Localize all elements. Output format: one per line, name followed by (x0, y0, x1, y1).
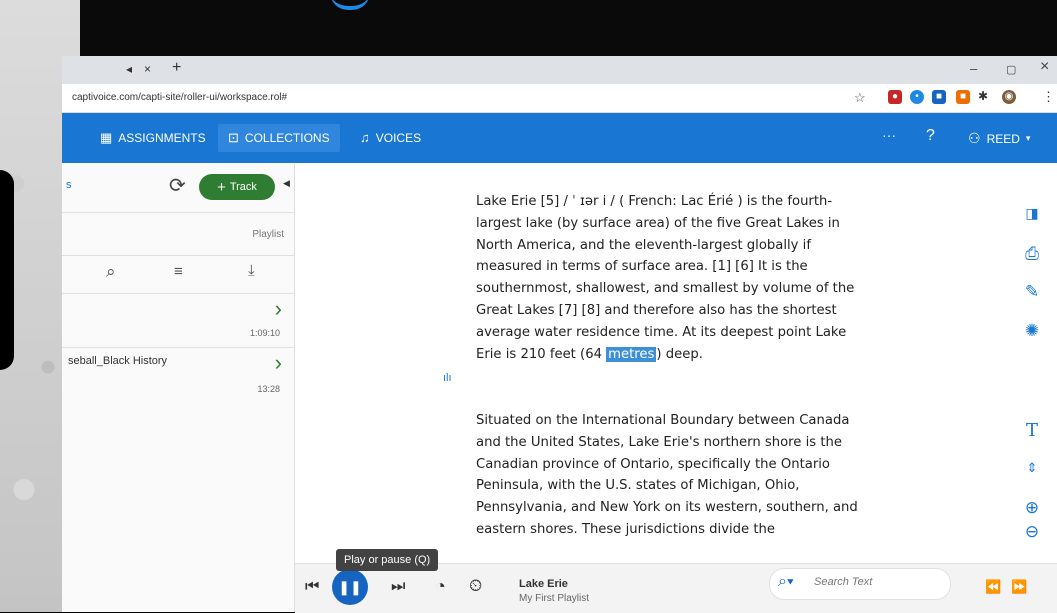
list-item[interactable]: seball_Black History › 13:28 (62, 347, 294, 404)
browser-menu-icon[interactable]: ⋮ (1042, 89, 1055, 105)
print-icon[interactable]: ⎙ (1021, 243, 1043, 265)
nav-voices[interactable]: ♫ VOICES (360, 130, 421, 145)
next-track-icon[interactable]: ⏭ (391, 578, 405, 596)
pause-icon: ❚❚ (338, 579, 362, 595)
text-search-box[interactable]: ⌕▾ (769, 568, 951, 600)
previous-track-icon[interactable]: ⏮ (305, 578, 319, 596)
highlighted-word: metres (606, 346, 657, 362)
sync-icon[interactable]: ⟳ (169, 173, 186, 198)
restore-button[interactable]: ▢ (1006, 63, 1016, 76)
reader-content: ılı Lake Erie [5] / ˈ ɪər i / ( French: … (295, 163, 1057, 563)
playlist-header: Playlist (62, 212, 294, 256)
paragraph-1-tail: ) deep. (656, 346, 703, 362)
extension-icon-3[interactable]: ■ (932, 90, 946, 104)
video-overlay-band (0, 0, 1057, 58)
download-icon[interactable]: ⤓ (248, 262, 255, 279)
search-next-icon[interactable]: ⏩ (1011, 579, 1027, 595)
sleep-timer-icon[interactable]: ⏲ (469, 576, 482, 596)
playlist-label: Playlist (252, 229, 284, 240)
voice-icon: ♫ (360, 130, 370, 145)
nav-assignments-label: ASSIGNMENTS (118, 131, 206, 145)
chevron-right-icon[interactable]: › (275, 350, 282, 376)
zoom-in-icon[interactable]: ⊕ (1021, 497, 1043, 519)
user-menu[interactable]: ⚇ REED ▾ (968, 130, 1030, 147)
stone-edge-shadow (0, 170, 14, 370)
more-menu-button[interactable]: ··· (882, 127, 896, 143)
decorative-arc (330, 0, 370, 10)
add-track-button[interactable]: + Track (199, 174, 275, 200)
list-item-duration: 13:28 (257, 384, 280, 394)
spacing-icon[interactable]: ⇕ (1021, 457, 1043, 479)
extension-icon-2[interactable]: • (910, 90, 924, 104)
search-icon[interactable]: ⌕ (106, 262, 116, 282)
app-top-bar: ▦ ASSIGNMENTS ⊡ COLLECTIONS ♫ VOICES ···… (62, 113, 1057, 163)
now-playing-title: Lake Erie (519, 578, 568, 590)
chevron-down-icon: ▾ (1025, 133, 1031, 143)
now-playing-playlist: My First Playlist (519, 593, 589, 604)
side-panel-icon[interactable]: ◨ (1021, 202, 1043, 224)
play-pause-button[interactable]: ❚❚ (332, 569, 368, 605)
close-window-button[interactable]: × (1040, 58, 1049, 76)
tab-mute-icon[interactable]: ◂ (126, 62, 132, 76)
minimize-button[interactable]: – (970, 61, 977, 76)
bookmark-star-icon[interactable]: ☆ (854, 90, 866, 106)
chevron-right-icon[interactable]: › (275, 296, 282, 322)
zoom-out-icon[interactable]: ⊖ (1021, 521, 1043, 543)
speed-icon[interactable]: ◔ (435, 576, 446, 597)
list-item[interactable]: › 1:09:10 (62, 293, 294, 348)
extension-icon-4[interactable]: ■ (956, 90, 970, 104)
text-size-icon[interactable]: T (1021, 420, 1043, 442)
browser-window: ◂ × + – ▢ × captivoice.com/capti-site/ro… (62, 56, 1057, 613)
collection-icon: ⊡ (228, 130, 239, 145)
url-text[interactable]: captivoice.com/capti-site/roller-ui/work… (72, 92, 287, 103)
profile-avatar-icon[interactable]: ◉ (1002, 90, 1016, 104)
add-track-label: Track (229, 181, 257, 193)
sidebar-partial-label: s (66, 179, 72, 191)
help-button[interactable]: ? (926, 127, 935, 145)
user-name: REED (986, 131, 1020, 146)
tab-bar: ◂ × + – ▢ × (62, 56, 1057, 84)
nav-assignments[interactable]: ▦ ASSIGNMENTS (100, 130, 206, 146)
address-bar[interactable]: captivoice.com/capti-site/roller-ui/work… (62, 84, 1057, 113)
paragraph-2[interactable]: Situated on the International Boundary b… (476, 410, 860, 541)
plus-icon: + (217, 178, 226, 196)
search-previous-icon[interactable]: ⏪ (985, 579, 1001, 595)
nav-voices-label: VOICES (375, 130, 422, 145)
user-icon: ⚇ (968, 130, 981, 146)
list-item-duration: 1:09:10 (249, 328, 280, 338)
reading-position-icon: ılı (443, 372, 452, 384)
edit-icon[interactable]: ✎ (1021, 281, 1043, 303)
paragraph-1-text: Lake Erie [5] / ˈ ɪər i / ( French: Lac … (476, 194, 855, 362)
play-pause-tooltip: Play or pause (Q) (336, 549, 439, 571)
sort-icon[interactable]: ≡ (174, 263, 183, 280)
search-text-input[interactable] (812, 575, 936, 589)
lightbulb-icon[interactable]: ✺ (1021, 320, 1043, 342)
playlist-sidebar: s ⟳ + Track ◀ Playlist ⌕ ≡ ⤓ › 1:09:10 s… (62, 163, 295, 612)
collapse-sidebar-icon[interactable]: ◀ (283, 178, 290, 189)
grid-icon: ▦ (100, 130, 113, 145)
puzzle-extension-icon[interactable]: ✱ (978, 89, 988, 103)
tab-close-icon[interactable]: × (144, 62, 151, 76)
paragraph-1[interactable]: Lake Erie [5] / ˈ ɪər i / ( French: Lac … (476, 191, 860, 365)
new-tab-button[interactable]: + (172, 59, 181, 77)
nav-collections-label: COLLECTIONS (244, 131, 330, 145)
sidebar-toolbar: ⌕ ≡ ⤓ (62, 255, 294, 294)
list-item-title: seball_Black History (68, 355, 168, 367)
extension-icon-1[interactable]: ● (888, 90, 902, 104)
search-icon[interactable]: ⌕▾ (778, 573, 794, 591)
nav-collections[interactable]: ⊡ COLLECTIONS (218, 124, 340, 152)
